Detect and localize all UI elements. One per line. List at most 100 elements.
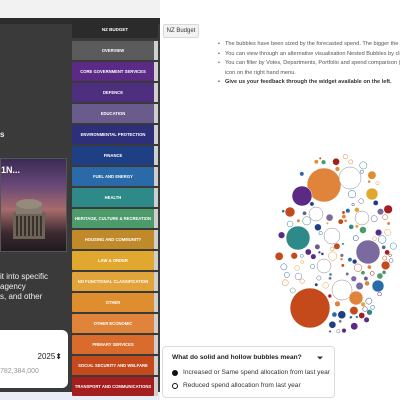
budget-bubble[interactable] — [337, 218, 344, 225]
budget-bubble[interactable] — [354, 207, 360, 213]
budget-bubble[interactable] — [372, 199, 379, 206]
budget-bubble[interactable] — [332, 157, 340, 166]
budget-bubble[interactable] — [334, 166, 341, 172]
budget-bubble[interactable] — [281, 209, 285, 213]
budget-bubble[interactable] — [359, 226, 367, 234]
budget-bubble[interactable] — [325, 221, 329, 225]
budget-bubble[interactable] — [320, 252, 325, 256]
budget-bubble[interactable] — [328, 272, 333, 277]
budget-bubble[interactable] — [318, 231, 323, 236]
category-item[interactable]: OTHER — [72, 293, 154, 312]
budget-bubble[interactable] — [364, 280, 370, 287]
budget-bubble[interactable] — [325, 213, 334, 222]
budget-bubble[interactable] — [310, 253, 317, 260]
budget-bubble[interactable] — [308, 206, 324, 222]
budget-bubble[interactable] — [341, 214, 347, 220]
budget-bubble[interactable] — [376, 208, 384, 216]
category-item[interactable]: ENVIRONMENTAL PROTECTION — [72, 125, 154, 144]
budget-bubble[interactable] — [300, 254, 304, 258]
budget-bubble[interactable] — [337, 310, 347, 320]
budget-bubble[interactable] — [338, 319, 343, 324]
budget-bubble[interactable] — [342, 153, 348, 159]
budget-bubble[interactable] — [355, 239, 381, 265]
budget-bubble[interactable] — [355, 282, 364, 291]
budget-bubble[interactable] — [330, 246, 335, 252]
budget-bubble[interactable] — [313, 159, 319, 165]
budget-bubble[interactable] — [351, 203, 355, 207]
budget-bubble[interactable] — [300, 260, 304, 264]
budget-bubble[interactable] — [359, 161, 368, 170]
budget-bubble[interactable] — [365, 297, 373, 305]
budget-bubble[interactable] — [341, 210, 346, 215]
budget-bubble[interactable] — [384, 229, 392, 236]
budget-bubble[interactable] — [360, 270, 366, 276]
budget-bubble[interactable] — [336, 329, 341, 334]
budget-bubble[interactable] — [296, 218, 301, 223]
budget-bubble[interactable] — [382, 255, 387, 261]
budget-bubble[interactable] — [328, 330, 332, 334]
budget-bubble[interactable] — [345, 208, 351, 214]
budget-bubble[interactable] — [367, 179, 371, 184]
budget-bubble[interactable] — [302, 210, 307, 216]
category-item[interactable]: CORE GOVERNMENT SERVICES — [72, 62, 154, 81]
bubble-chart[interactable] — [272, 148, 400, 340]
budget-bubble[interactable] — [350, 322, 359, 331]
budget-bubble[interactable] — [302, 216, 312, 226]
category-item[interactable]: OVERVIEW — [72, 41, 154, 60]
budget-bubble[interactable] — [321, 159, 327, 165]
budget-bubble[interactable] — [388, 258, 394, 263]
budget-bubble[interactable] — [359, 169, 364, 174]
category-item[interactable]: HEALTH — [72, 188, 154, 207]
budget-bubble[interactable] — [389, 242, 397, 250]
budget-bubble[interactable] — [345, 272, 350, 276]
tab-nz-budget[interactable]: NZ Budget — [163, 24, 199, 38]
budget-bubble[interactable] — [375, 181, 380, 186]
category-item[interactable]: HOUSING AND COMMUNITY — [72, 230, 154, 249]
budget-bubble[interactable] — [314, 282, 319, 287]
budget-bubble[interactable] — [353, 263, 362, 272]
budget-bubble[interactable] — [283, 272, 290, 278]
budget-bubble[interactable] — [358, 198, 364, 204]
budget-bubble[interactable] — [340, 263, 345, 268]
budget-bubble[interactable] — [355, 315, 359, 319]
budget-bubble[interactable] — [328, 320, 337, 329]
budget-bubble[interactable] — [280, 263, 288, 271]
budget-bubble[interactable] — [381, 269, 387, 275]
budget-bubble[interactable] — [370, 215, 378, 223]
budget-bubble[interactable] — [339, 253, 345, 258]
budget-bubble[interactable] — [343, 218, 348, 223]
budget-bubble[interactable] — [284, 206, 296, 218]
budget-bubble[interactable] — [371, 279, 385, 293]
budget-bubble[interactable] — [334, 300, 341, 307]
budget-bubble[interactable] — [294, 265, 300, 271]
budget-bubble[interactable] — [289, 287, 331, 329]
budget-bubble[interactable] — [323, 227, 341, 245]
budget-bubble[interactable] — [281, 279, 289, 287]
budget-bubble[interactable] — [294, 272, 302, 281]
budget-bubble[interactable] — [347, 257, 353, 263]
budget-bubble[interactable] — [358, 312, 366, 319]
budget-bubble[interactable] — [339, 257, 344, 261]
category-item[interactable]: NO FUNCTIONAL CLASSIFICATION — [72, 272, 154, 291]
budget-bubble[interactable] — [299, 171, 305, 177]
budget-bubble[interactable] — [349, 315, 353, 320]
category-item[interactable]: LAW & ORDER — [72, 251, 154, 270]
budget-bubble[interactable] — [380, 260, 391, 271]
budget-bubble[interactable] — [328, 251, 338, 261]
budget-bubble[interactable] — [367, 264, 372, 270]
budget-bubble[interactable] — [383, 204, 393, 214]
budget-bubble[interactable] — [365, 187, 379, 201]
budget-bubble[interactable] — [367, 170, 377, 180]
category-item[interactable]: OTHER ECONOMIC — [72, 314, 154, 333]
budget-bubble[interactable] — [372, 236, 377, 241]
budget-bubble[interactable] — [304, 248, 312, 256]
chevron-down-icon[interactable] — [315, 353, 325, 363]
category-item[interactable]: PRIMARY SERVICES — [72, 335, 154, 354]
category-item[interactable]: EDUCATION — [72, 104, 154, 123]
budget-bubble[interactable] — [348, 224, 354, 230]
budget-bubble[interactable] — [366, 309, 373, 316]
budget-bubble[interactable] — [349, 306, 359, 316]
budget-bubble[interactable] — [354, 210, 370, 226]
budget-bubble[interactable] — [354, 224, 359, 229]
budget-bubble[interactable] — [370, 305, 375, 310]
